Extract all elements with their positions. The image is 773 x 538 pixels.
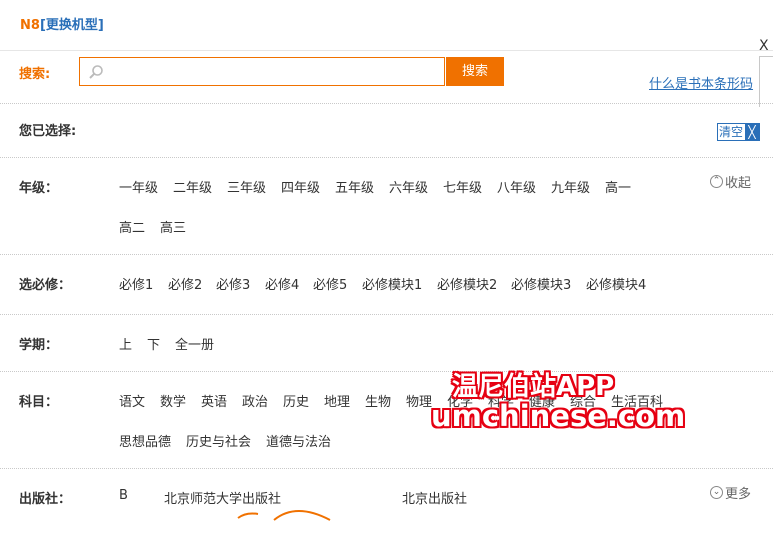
search-label: 搜索:	[19, 67, 51, 82]
grade-option[interactable]: 八年级	[497, 177, 536, 196]
grade-option[interactable]: 二年级	[173, 177, 212, 196]
required-option[interactable]: 必修模块2	[437, 274, 497, 293]
subject-option[interactable]: 道德与法治	[266, 431, 331, 450]
publisher-option[interactable]: 北京师范大学出版社	[164, 488, 281, 507]
close-icon: ╳	[745, 124, 760, 140]
publisher-label: 出版社：	[19, 492, 72, 507]
subject-option[interactable]: 生物	[365, 391, 391, 410]
subject-option[interactable]: 政治	[242, 391, 268, 410]
subject-option[interactable]: 思想品德	[119, 431, 171, 450]
term-label: 学期：	[19, 338, 59, 353]
clear-label: 清空	[719, 125, 744, 139]
divider	[0, 254, 773, 255]
divider	[0, 157, 773, 158]
subject-option[interactable]: 数学	[160, 391, 186, 410]
close-icon[interactable]: X	[759, 38, 769, 54]
grade-option[interactable]: 高二	[119, 217, 145, 236]
subject-option[interactable]: 历史	[283, 391, 309, 410]
grade-option[interactable]: 四年级	[281, 177, 320, 196]
grade-option[interactable]: 五年级	[335, 177, 374, 196]
clear-button[interactable]: 清空 ╳	[717, 123, 761, 141]
search-icon	[89, 65, 103, 79]
grade-option[interactable]: 高三	[160, 217, 186, 236]
required-option[interactable]: 必修5	[313, 274, 347, 293]
search-box[interactable]	[79, 57, 445, 86]
grade-option[interactable]: 高一	[605, 177, 631, 196]
publisher-option[interactable]: B	[119, 488, 128, 503]
publisher-option[interactable]: 北京出版社	[402, 488, 467, 507]
more-toggle[interactable]: ⌄ 更多	[710, 483, 751, 502]
required-option[interactable]: 必修模块4	[586, 274, 646, 293]
required-label: 选必修：	[19, 278, 72, 293]
grade-option[interactable]: 一年级	[119, 177, 158, 196]
isbn-help-link[interactable]: 什么是书本条形码	[649, 73, 753, 92]
required-option[interactable]: 必修模块3	[511, 274, 571, 293]
divider	[0, 468, 773, 469]
watermark-line1: 温尼伯站APP	[452, 372, 615, 402]
change-model-link[interactable]: [更换机型]	[40, 18, 104, 33]
subject-option[interactable]: 物理	[406, 391, 432, 410]
divider	[0, 103, 773, 104]
grade-label: 年级：	[19, 181, 59, 196]
required-option[interactable]: 必修3	[216, 274, 250, 293]
divider	[0, 371, 773, 372]
decorative-arc	[237, 510, 331, 521]
collapse-label: 收起	[725, 176, 752, 191]
required-option[interactable]: 必修1	[119, 274, 153, 293]
required-option[interactable]: 必修4	[265, 274, 299, 293]
collapse-toggle[interactable]: ⌃ 收起	[710, 172, 751, 191]
grade-option[interactable]: 六年级	[389, 177, 428, 196]
chevron-up-icon: ⌃	[710, 175, 723, 188]
divider	[0, 50, 773, 51]
required-option[interactable]: 必修模块1	[362, 274, 422, 293]
search-button[interactable]: 搜索	[446, 57, 504, 86]
grade-option[interactable]: 九年级	[551, 177, 590, 196]
chevron-down-icon: ⌄	[710, 486, 723, 499]
term-option[interactable]: 上	[119, 334, 132, 353]
subject-option[interactable]: 地理	[324, 391, 350, 410]
term-option[interactable]: 下	[147, 334, 160, 353]
grade-option[interactable]: 七年级	[443, 177, 482, 196]
search-input[interactable]	[110, 61, 434, 83]
term-option[interactable]: 全一册	[175, 334, 214, 353]
ad-panel	[759, 56, 773, 107]
model-name: N8	[20, 18, 40, 33]
divider	[0, 314, 773, 315]
more-label: 更多	[725, 487, 752, 502]
subject-option[interactable]: 语文	[119, 391, 145, 410]
subject-option[interactable]: 历史与社会	[186, 431, 251, 450]
subject-label: 科目：	[19, 395, 59, 410]
device-model: N8[更换机型]	[20, 14, 104, 33]
required-option[interactable]: 必修2	[168, 274, 202, 293]
subject-option[interactable]: 英语	[201, 391, 227, 410]
watermark-line2: umchinese.com	[431, 399, 686, 433]
grade-option[interactable]: 三年级	[227, 177, 266, 196]
selected-label: 您已选择:	[19, 124, 77, 139]
